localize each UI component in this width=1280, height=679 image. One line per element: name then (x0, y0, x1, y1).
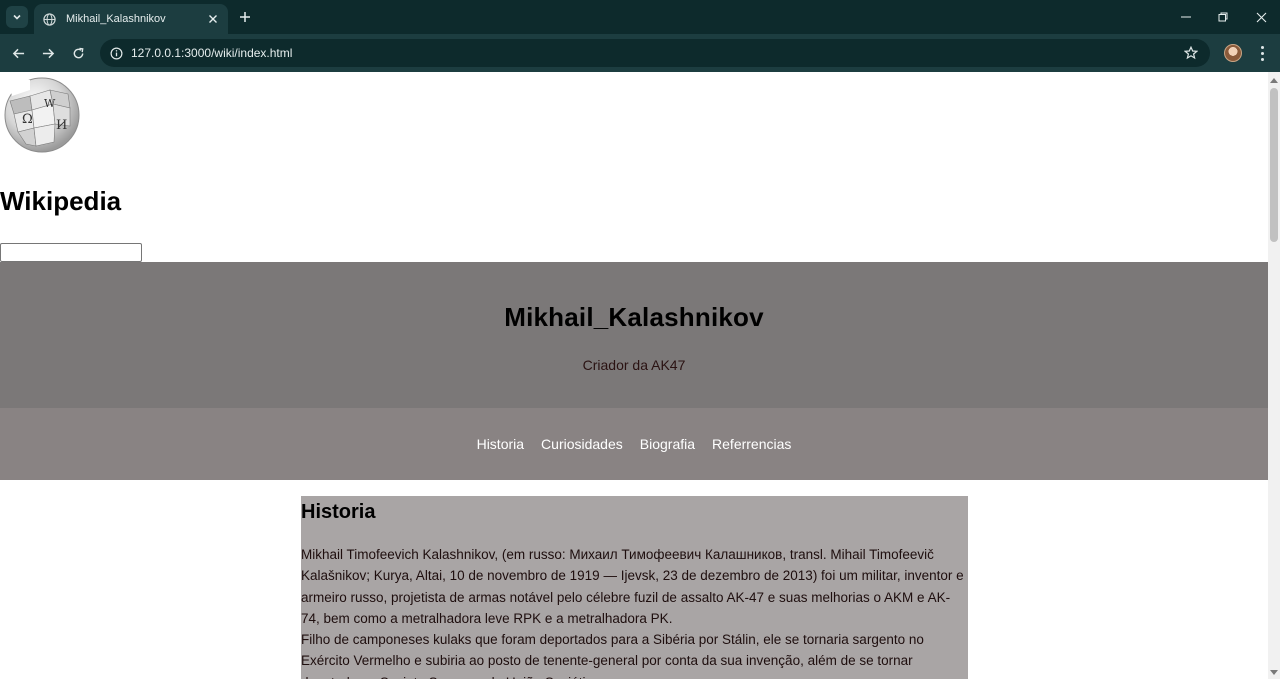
page-scrollbar[interactable] (1268, 72, 1280, 679)
section-paragraph: Filho de camponeses kulaks que foram dep… (301, 632, 924, 679)
arrow-left-icon (12, 48, 24, 58)
tab-title: Mikhail_Kalashnikov (66, 13, 166, 25)
scrollbar-thumb[interactable] (1270, 88, 1278, 242)
browser-toolbar: 127.0.0.1:3000/wiki/index.html (0, 34, 1280, 72)
tab-strip: Mikhail_Kalashnikov (0, 0, 1280, 34)
section-heading: Historia (301, 501, 376, 523)
globe-icon (42, 12, 56, 26)
historia-section: Historia Mikhail Timofeevich Kalashnikov… (301, 496, 968, 679)
browser-tab-active[interactable]: Mikhail_Kalashnikov (34, 4, 228, 34)
tab-search-button[interactable] (6, 6, 28, 28)
close-icon[interactable] (206, 12, 220, 26)
site-name: Wikipedia (0, 186, 122, 216)
new-tab-button[interactable] (236, 8, 254, 26)
reload-icon (73, 47, 83, 58)
nav-link-biografia[interactable]: Biografia (640, 436, 695, 452)
page-title: Mikhail_Kalashnikov (504, 302, 764, 332)
nav-link-historia[interactable]: Historia (477, 436, 524, 452)
url-text: 127.0.0.1:3000/wiki/index.html (131, 46, 293, 60)
arrow-right-icon (42, 48, 54, 58)
logo-letter-i: И (56, 118, 67, 133)
minimize-icon (1181, 16, 1191, 18)
restore-icon (1218, 12, 1228, 22)
scroll-up-arrow-icon[interactable] (1268, 74, 1280, 86)
back-button[interactable] (7, 42, 29, 64)
page-viewport: Ω W И Wikipedia Mikhail_Kalashnikov Cria… (0, 72, 1268, 679)
search-input[interactable] (0, 243, 142, 262)
page-subtitle: Criador da AK47 (582, 357, 686, 373)
wikipedia-globe-logo[interactable]: Ω W И (0, 76, 84, 154)
profile-avatar[interactable] (1224, 44, 1242, 62)
address-bar[interactable]: 127.0.0.1:3000/wiki/index.html (100, 39, 1210, 67)
info-icon[interactable] (108, 45, 124, 61)
menu-kebab-icon[interactable] (1254, 42, 1270, 64)
section-paragraph: Mikhail Timofeevich Kalashnikov, (em rus… (301, 547, 964, 626)
close-window-button[interactable] (1250, 6, 1272, 28)
plus-icon (240, 12, 250, 22)
forward-button[interactable] (37, 42, 59, 64)
chevron-down-icon (13, 14, 21, 20)
nav-link-referrencias[interactable]: Referrencias (712, 436, 791, 452)
section-navbar: Historia Curiosidades Biografia Referren… (0, 408, 1268, 480)
hero-banner: Mikhail_Kalashnikov Criador da AK47 (0, 262, 1268, 408)
reload-button[interactable] (67, 42, 89, 64)
bookmark-star-icon[interactable] (1182, 44, 1200, 62)
close-icon (1256, 12, 1266, 22)
minimize-button[interactable] (1175, 6, 1197, 28)
restore-button[interactable] (1212, 6, 1234, 28)
logo-letter-w: W (44, 97, 56, 110)
scroll-down-arrow-icon[interactable] (1268, 667, 1280, 679)
nav-link-curiosidades[interactable]: Curiosidades (541, 436, 623, 452)
site-header: Ω W И Wikipedia (0, 72, 1268, 262)
logo-letter-omega: Ω (22, 112, 33, 127)
